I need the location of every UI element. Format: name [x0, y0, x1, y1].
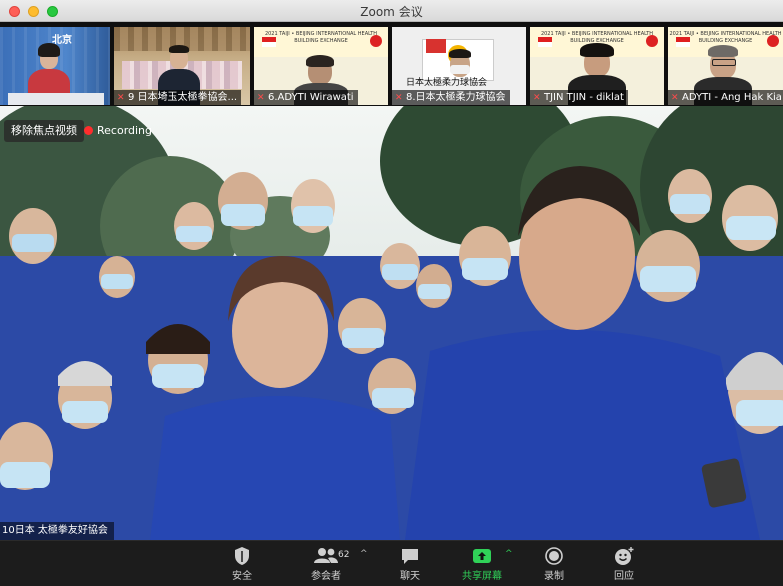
emblem-icon: [370, 35, 382, 47]
participant-thumbnail-beijing[interactable]: 北京: [0, 27, 110, 105]
speaker-name-label: 10日本 太極拳友好協会: [0, 522, 114, 540]
share-options-caret-icon[interactable]: ^: [505, 549, 513, 559]
flag-icon: [538, 37, 552, 47]
record-button[interactable]: 录制: [524, 541, 584, 586]
shield-icon: [235, 547, 249, 565]
share-screen-icon: [473, 549, 491, 563]
mic-muted-icon: ✕: [533, 93, 541, 103]
flag-icon: [262, 37, 276, 47]
participant-thumbnail-tjin-tjin[interactable]: 2021 TAIJI • BEIJING INTERNATIONAL HEALT…: [530, 27, 664, 105]
crowd-video-scene: [0, 166, 783, 540]
meeting-controls: 安全 参会者 62 ^ 聊天 共享屏幕 ^ 录制 回应: [0, 540, 783, 586]
participant-name: ✕ ADYTI - Ang Hak Kia: [668, 90, 783, 105]
gallery-strip: 北京 ✕ 9 日本埼玉太極拳協会... 2021 TAIJI • BEIJING …: [0, 22, 783, 106]
participant-count: 62: [338, 550, 350, 560]
flag-icon: [676, 37, 690, 47]
participants-options-caret-icon[interactable]: ^: [360, 549, 368, 559]
record-icon: [545, 547, 563, 565]
mic-muted-icon: ✕: [257, 93, 265, 103]
mic-muted-icon: ✕: [671, 93, 679, 103]
participant-thumbnail-adyti-wirawati[interactable]: 2021 TAIJI • BEIJING INTERNATIONAL HEALT…: [254, 27, 388, 105]
mic-muted-icon: ✕: [395, 93, 403, 103]
participant-thumbnail-ang-hak-kia[interactable]: 2021 TAIJI • BEIJING INTERNATIONAL HEALT…: [668, 27, 783, 105]
participants-icon: [314, 548, 338, 563]
remove-focus-video-button[interactable]: 移除焦点视频: [4, 120, 84, 142]
active-speaker-video: 移除焦点视频 Recording 10日本 太極拳友好協会: [0, 106, 783, 540]
emblem-icon: [646, 35, 658, 47]
participant-name: ✕ TJIN TJIN - diklat: [530, 90, 628, 105]
participant-name: ✕ 9 日本埼玉太極拳協会...: [114, 90, 242, 105]
participant-name: ✕ 6.ADYTI Wirawati: [254, 90, 358, 105]
recording-dot-icon: [84, 126, 93, 135]
window-titlebar: Zoom 会议: [0, 0, 783, 22]
participant-name: ✕ 8.日本太極柔力球協会: [392, 90, 510, 105]
chat-icon: [402, 549, 418, 564]
participant-thumbnail-saitama[interactable]: ✕ 9 日本埼玉太極拳協会...: [114, 27, 250, 105]
reaction-icon: [615, 547, 634, 565]
recording-indicator: Recording: [84, 120, 152, 142]
emblem-icon: [767, 35, 779, 47]
share-screen-button[interactable]: 共享屏幕: [452, 541, 512, 586]
security-button[interactable]: 安全: [212, 541, 272, 586]
reactions-button[interactable]: 回应: [594, 541, 654, 586]
chat-button[interactable]: 聊天: [380, 541, 440, 586]
event-banner: 日本太極柔力球協会: [406, 78, 488, 88]
mic-muted-icon: ✕: [117, 93, 125, 103]
window-title: Zoom 会议: [360, 5, 423, 19]
participants-button[interactable]: 参会者: [296, 541, 356, 586]
participant-thumbnail-jouryoku[interactable]: 日本太極柔力球協会 ✕ 8.日本太極柔力球協会: [392, 27, 526, 105]
